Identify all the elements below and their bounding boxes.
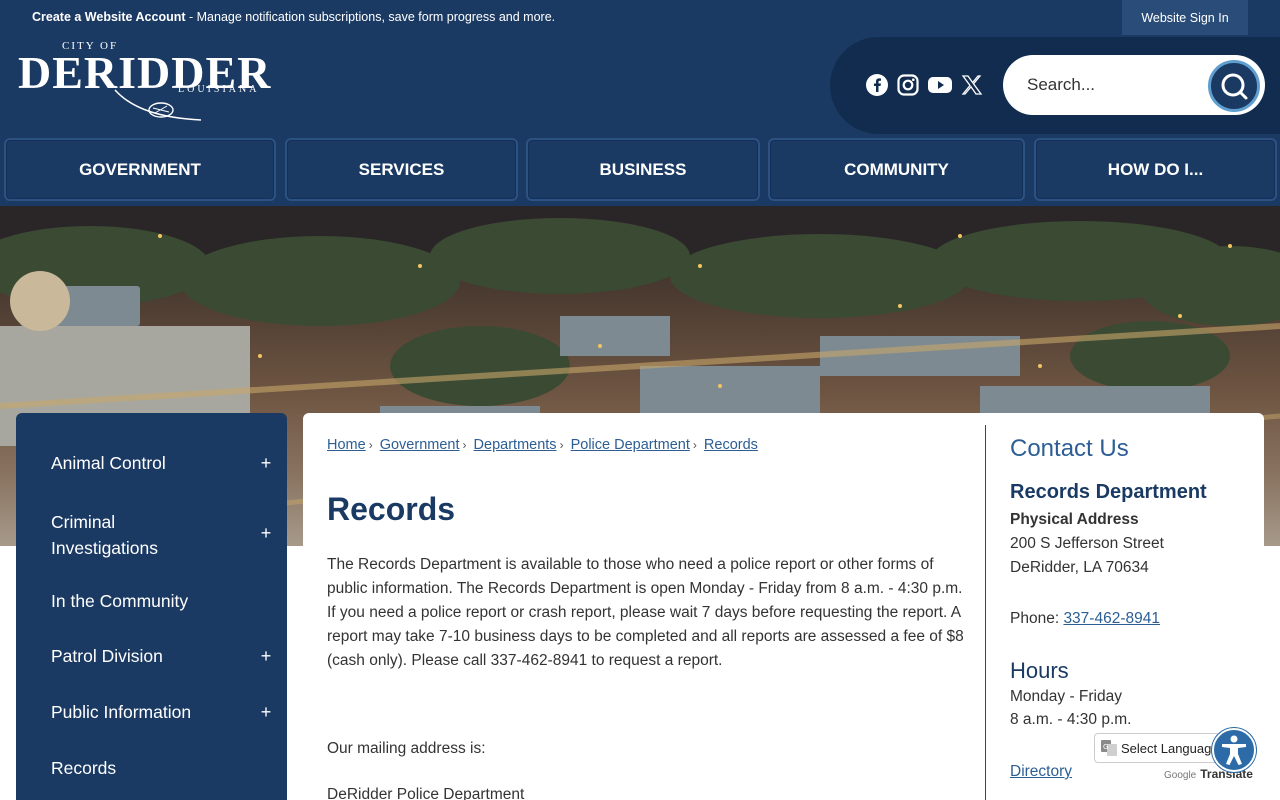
create-account-link[interactable]: Create a Website Account	[32, 10, 186, 24]
expand-icon[interactable]: +	[258, 524, 274, 542]
contact-department: Records Department	[1010, 481, 1207, 503]
accessibility-button[interactable]	[1212, 728, 1256, 772]
directory-link[interactable]: Directory	[1010, 763, 1072, 780]
create-account-message[interactable]: Create a Website Account - Manage notifi…	[32, 10, 555, 24]
sidebar-item-label: Criminal Investigations	[51, 509, 158, 561]
breadcrumb-departments[interactable]: Departments	[474, 437, 557, 453]
nav-business[interactable]: BUSINESS	[526, 138, 760, 201]
expand-icon[interactable]: +	[258, 703, 274, 721]
sign-in-button[interactable]: Website Sign In	[1122, 0, 1248, 35]
breadcrumb-police-department[interactable]: Police Department	[571, 437, 690, 453]
expand-icon[interactable]: +	[258, 647, 274, 665]
nav-government[interactable]: GOVERNMENT	[4, 138, 276, 201]
page-title: Records	[327, 491, 456, 527]
address-city: DeRidder, LA 70634	[1010, 559, 1149, 576]
breadcrumb-separator: ›	[368, 438, 373, 452]
sidebar-item-label-line1: Criminal	[51, 512, 116, 532]
address-label: Physical Address	[1010, 511, 1139, 528]
hours-heading: Hours	[1010, 658, 1069, 683]
records-description: The Records Department is available to t…	[327, 556, 964, 669]
search-input[interactable]	[1027, 72, 1207, 98]
breadcrumb-separator: ›	[692, 438, 697, 452]
site-header: CITY OF DERIDDER LOUISIANA GOVERNMENT SE…	[0, 35, 1280, 206]
nav-community[interactable]: COMMUNITY	[768, 138, 1025, 201]
sidebar-item-label: Animal Control	[51, 453, 166, 473]
mailing-intro: Our mailing address is:	[327, 740, 486, 757]
breadcrumb-separator: ›	[462, 438, 467, 452]
search-icon	[1221, 73, 1248, 100]
top-bar: Create a Website Account - Manage notifi…	[0, 0, 1280, 35]
x-icon[interactable]	[960, 73, 984, 97]
phone-label: Phone:	[1010, 610, 1064, 627]
language-select-label: Select Language	[1121, 740, 1219, 756]
breadcrumb-government[interactable]: Government	[380, 437, 460, 453]
phone-line: Phone: 337-462-8941	[1010, 610, 1160, 628]
sidebar-item-label: Patrol Division	[51, 646, 163, 666]
expand-icon[interactable]: +	[258, 454, 274, 472]
nav-how-do-i[interactable]: HOW DO I...	[1034, 138, 1277, 201]
address-street: 200 S Jefferson Street	[1010, 535, 1164, 552]
sidebar-item-label: Records	[51, 758, 117, 778]
sidebar-item-label: Public Information	[51, 702, 192, 722]
breadcrumb-separator: ›	[559, 438, 564, 452]
create-account-description: - Manage notification subscriptions, sav…	[185, 10, 556, 24]
directory-line: Directory	[1010, 763, 1072, 781]
breadcrumb-records[interactable]: Records	[704, 437, 758, 453]
sidebar-nav: Animal Control + Criminal Investigations…	[16, 413, 287, 800]
hours-times: 8 a.m. - 4:30 p.m.	[1010, 711, 1132, 728]
accessibility-icon	[1222, 735, 1246, 765]
svg-text:G: G	[1103, 743, 1108, 751]
city-logo[interactable]: CITY OF DERIDDER LOUISIANA	[18, 40, 278, 128]
content-divider	[985, 425, 986, 800]
phone-link[interactable]: 337-462-8941	[1063, 610, 1160, 627]
breadcrumb: Home › Government › Departments › Police De…	[327, 437, 758, 453]
hours-days: Monday - Friday	[1010, 688, 1122, 705]
google-label: Google	[1164, 770, 1197, 781]
pine-cone-icon	[114, 89, 202, 121]
instagram-icon[interactable]	[896, 73, 920, 97]
breadcrumb-home[interactable]: Home	[327, 437, 366, 453]
facebook-icon[interactable]	[865, 73, 889, 97]
main-nav: GOVERNMENT SERVICES BUSINESS COMMUNITY H…	[0, 138, 1280, 201]
youtube-icon[interactable]	[928, 73, 952, 97]
nav-services[interactable]: SERVICES	[285, 138, 518, 201]
google-translate-icon: G	[1101, 740, 1117, 756]
search-button[interactable]	[1208, 60, 1260, 112]
sidebar-item-label: In the Community	[51, 591, 189, 611]
contact-heading: Contact Us	[1010, 435, 1129, 462]
sidebar-item-label-line2: Investigations	[51, 538, 159, 558]
language-select[interactable]: G Select Language	[1094, 733, 1220, 763]
mailing-name: DeRidder Police Department	[327, 786, 525, 800]
